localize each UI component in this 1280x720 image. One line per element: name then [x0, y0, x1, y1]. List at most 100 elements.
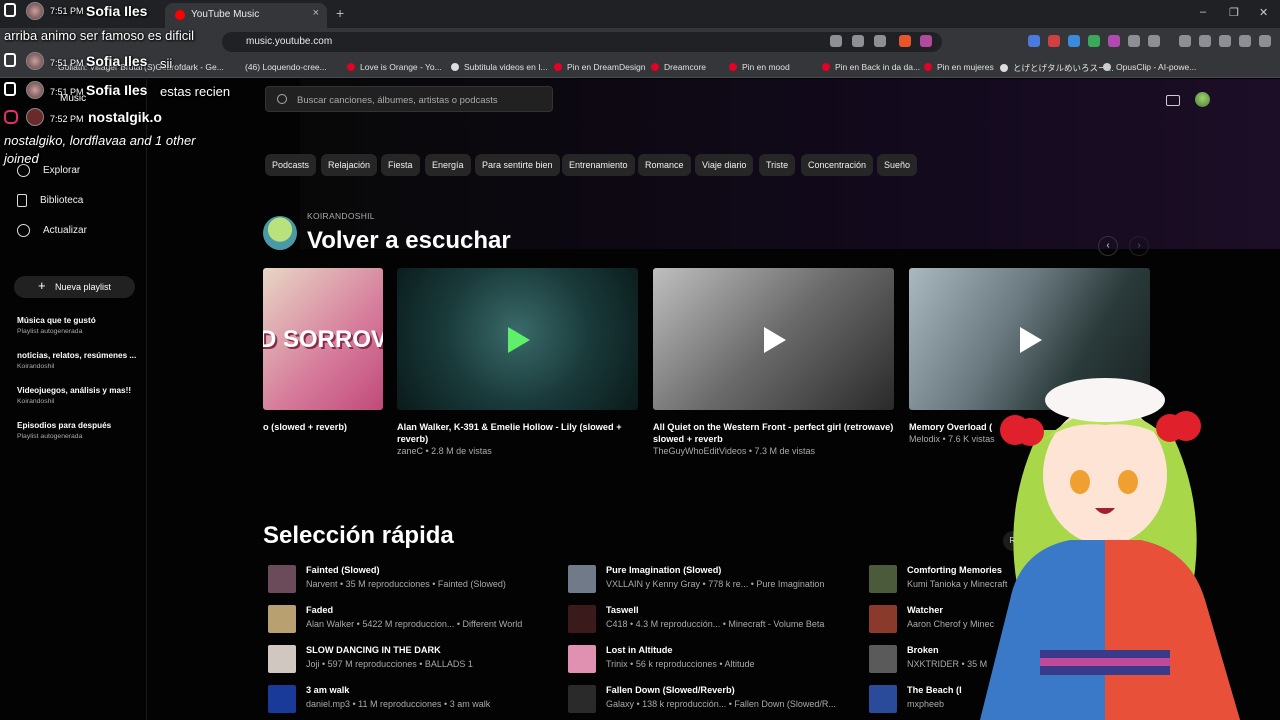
wallet-icon[interactable]: [1199, 35, 1211, 47]
song-row[interactable]: Fallen Down (Slowed/Reverb) Galaxy • 138 …: [568, 683, 848, 717]
song-row[interactable]: Lost in Altitude Trinix • 56 k reproducci…: [568, 643, 848, 677]
song-row[interactable]: 3 am walk daniel.mp3 • 11 M reproduccione…: [268, 683, 548, 717]
vpn-icon[interactable]: [1239, 35, 1251, 47]
playlist-item[interactable]: Episodios para después Playlist autogene…: [17, 421, 111, 440]
chat-username: Sofia Iles: [86, 82, 148, 98]
extension-icon[interactable]: [1108, 35, 1120, 47]
pinterest-icon: [924, 63, 932, 71]
bookmark-item[interactable]: Pin en mood: [729, 62, 790, 72]
chip[interactable]: Relajación: [321, 154, 378, 176]
section-title: Volver a escuchar: [307, 227, 511, 254]
leo-ai-icon[interactable]: [1219, 35, 1231, 47]
sidebar: Explorar Biblioteca Actualizar + Nueva p…: [0, 79, 147, 720]
minimize-button[interactable]: –: [1200, 6, 1206, 18]
song-thumbnail: [568, 685, 596, 713]
pinterest-icon: [554, 63, 562, 71]
bookmark-item[interactable]: OpusClip - AI-powe...: [1103, 62, 1196, 72]
extension-icon[interactable]: [1088, 35, 1100, 47]
chip[interactable]: Sueño: [877, 154, 918, 176]
maximize-button[interactable]: ❐: [1229, 6, 1239, 19]
extension-icon[interactable]: [1148, 35, 1160, 47]
chat-message: sii: [160, 56, 173, 71]
carousel-next-button[interactable]: ›: [1129, 236, 1149, 256]
cast-icon[interactable]: [830, 35, 842, 47]
tab-close-icon[interactable]: ×: [313, 7, 319, 19]
extension-icon[interactable]: [1048, 35, 1060, 47]
tiktok-icon: [4, 3, 16, 17]
bookmark-item[interactable]: Subtitula videos en I...: [451, 62, 548, 72]
song-row[interactable]: Taswell C418 • 4.3 M reproducción... • Mi…: [568, 603, 848, 637]
bookmark-item[interactable]: (46) Loquendo-cree...: [245, 62, 327, 72]
song-row[interactable]: Fainted (Slowed) Narvent • 35 M reproducc…: [268, 563, 548, 597]
pinterest-icon: [651, 63, 659, 71]
extension-translate-icon[interactable]: [1028, 35, 1040, 47]
sidebar-toggle-icon[interactable]: [1179, 35, 1191, 47]
song-thumbnail: [568, 645, 596, 673]
brave-rewards-icon[interactable]: [920, 35, 932, 47]
playlist-item[interactable]: noticias, relatos, resúmenes ... Koirand…: [17, 351, 136, 370]
quick-picks-title: Selección rápida: [263, 522, 454, 549]
song-row[interactable]: SLOW DANCING IN THE DARK Joji • 597 M rep…: [268, 643, 548, 677]
bookmark-item[interactable]: Pin en Back in da da...: [822, 62, 920, 72]
share-icon[interactable]: [874, 35, 886, 47]
carousel-prev-button[interactable]: ‹: [1098, 236, 1118, 256]
tiktok-icon: [4, 82, 16, 96]
video-card[interactable]: [397, 268, 638, 410]
section-avatar[interactable]: [263, 216, 297, 250]
tiktok-icon: [4, 53, 16, 67]
upgrade-icon: [17, 224, 30, 237]
youtube-music-logo[interactable]: Music: [60, 93, 86, 104]
bookmark-item[interactable]: Pin en mujeres: [924, 62, 994, 72]
play-icon: [1019, 327, 1042, 353]
playlist-item[interactable]: Videojuegos, análisis y mas!! Koirandosh…: [17, 386, 131, 405]
chip[interactable]: Viaje diario: [695, 154, 754, 176]
youtube-music-favicon-icon: [175, 10, 185, 20]
song-row[interactable]: Faded Alan Walker • 5422 M reproduccion..…: [268, 603, 548, 637]
extensions-puzzle-icon[interactable]: [1128, 35, 1140, 47]
bookmark-item[interactable]: Pin en DreamDesign: [554, 62, 645, 72]
tab-youtube-music[interactable]: YouTube Music ×: [165, 3, 327, 28]
chat-time: 7:52 PM: [50, 114, 84, 124]
avatar[interactable]: [1195, 92, 1210, 107]
chip[interactable]: Energía: [425, 154, 471, 176]
cast-icon[interactable]: [1166, 95, 1180, 106]
card-title[interactable]: All Quiet on the Western Front - perfect…: [653, 421, 894, 445]
playlist-item[interactable]: Música que te gustó Playlist autogenerad…: [17, 316, 96, 335]
bookmark-item[interactable]: Love is Orange - Yo...: [347, 62, 442, 72]
section-subtitle: KOIRANDOSHIL: [307, 211, 375, 221]
chip[interactable]: Romance: [638, 154, 691, 176]
bookmark-item[interactable]: Dreamcore: [651, 62, 706, 72]
extension-audio-icon[interactable]: [1068, 35, 1080, 47]
video-card[interactable]: D SORROV: [263, 268, 383, 410]
menu-icon[interactable]: [1259, 35, 1271, 47]
search-input[interactable]: Buscar canciones, álbumes, artistas o po…: [265, 86, 553, 112]
song-thumbnail: [268, 565, 296, 593]
chat-avatar: [26, 108, 44, 126]
sidebar-item-actualizar[interactable]: Actualizar: [17, 224, 87, 237]
close-window-button[interactable]: ✕: [1259, 6, 1268, 19]
song-row[interactable]: Pure Imagination (Slowed) VXLLAIN y Kenny…: [568, 563, 848, 597]
video-card[interactable]: [653, 268, 894, 410]
card-title[interactable]: Alan Walker, K-391 & Emelie Hollow - Lil…: [397, 421, 638, 445]
bookmark-item[interactable]: とげとげタルめいろスー...: [1000, 62, 1114, 74]
chip[interactable]: Entrenamiento: [562, 154, 635, 176]
chip[interactable]: Para sentirte bien: [475, 154, 560, 176]
chip[interactable]: Triste: [759, 154, 796, 176]
chip[interactable]: Concentración: [801, 154, 874, 176]
sidebar-item-label: Explorar: [43, 165, 81, 176]
card-title[interactable]: o (slowed + reverb): [263, 421, 383, 433]
zoom-icon[interactable]: [852, 35, 864, 47]
sidebar-item-biblioteca[interactable]: Biblioteca: [17, 194, 83, 207]
new-playlist-button[interactable]: + Nueva playlist: [14, 276, 135, 298]
song-thumbnail: [869, 685, 897, 713]
song-thumbnail: [268, 605, 296, 633]
play-icon: [507, 327, 530, 353]
bookmark-icon: [1000, 64, 1008, 72]
chip[interactable]: Podcasts: [265, 154, 317, 176]
chip[interactable]: Fiesta: [381, 154, 420, 176]
vtuber-avatar-image: [980, 378, 1240, 720]
new-tab-button[interactable]: +: [336, 5, 344, 21]
pinterest-icon: [822, 63, 830, 71]
bookmark-item[interactable]: (S)Gearofdark - Ge...: [144, 62, 224, 72]
brave-shield-icon[interactable]: [899, 35, 911, 47]
